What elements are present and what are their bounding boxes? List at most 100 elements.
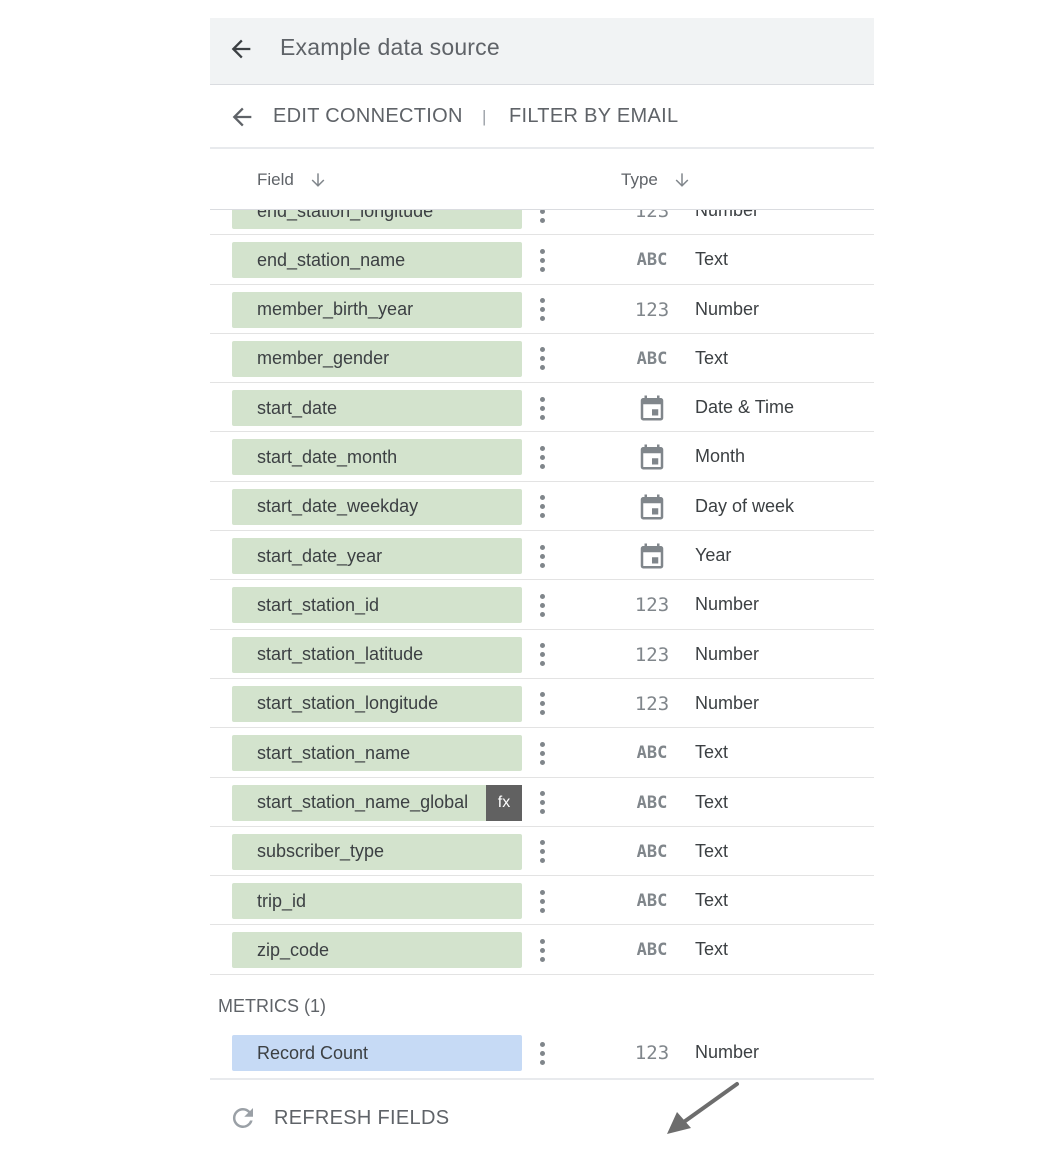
field-type-label: Text	[695, 347, 729, 368]
field-type-label: Number	[695, 298, 760, 319]
field-name: start_station_latitude	[257, 644, 424, 665]
field-name: start_station_longitude	[257, 693, 439, 714]
dimension-chip[interactable]: start_station_latitude	[232, 636, 522, 673]
metrics-section-title: METRICS (1)	[218, 996, 326, 1016]
action-separator: |	[482, 107, 487, 126]
field-row: member_gender ABC Text	[210, 334, 874, 384]
more-vert-icon[interactable]	[532, 393, 552, 423]
field-type-label: Text	[695, 249, 729, 270]
calendar-icon	[634, 444, 670, 470]
field-type-label: Number	[695, 594, 760, 615]
more-vert-icon[interactable]	[532, 210, 552, 226]
more-vert-icon[interactable]	[532, 640, 552, 670]
field-name: subscriber_type	[257, 841, 385, 862]
type-column-header[interactable]: Type	[621, 170, 692, 190]
field-row: member_birth_year 123 Number	[210, 285, 874, 334]
more-vert-icon[interactable]	[532, 935, 552, 965]
more-vert-icon[interactable]	[532, 541, 552, 571]
back-to-connection-button[interactable]	[226, 101, 258, 133]
text-type-icon: ABC	[636, 743, 668, 764]
field-type-label: Text	[695, 742, 729, 763]
dimension-chip[interactable]: start_station_id	[232, 587, 522, 624]
dimension-chip[interactable]: member_birth_year	[232, 291, 522, 328]
more-vert-icon[interactable]	[532, 344, 552, 374]
data-source-title: Example data source	[280, 34, 500, 60]
more-vert-icon[interactable]	[532, 1038, 552, 1068]
dimension-list[interactable]: end_station_longitude 123 Number end_statio…	[210, 210, 874, 976]
field-type-label: Text	[695, 791, 729, 812]
field-name: start_date_month	[257, 446, 398, 467]
number-type-icon: 123	[634, 210, 670, 222]
column-headers: Field Type	[210, 149, 874, 210]
calendar-icon	[634, 395, 670, 421]
field-row: zip_code ABC Text	[210, 925, 874, 975]
field-row: end_station_name ABC Text	[210, 235, 874, 285]
dimension-chip[interactable]: zip_code	[232, 932, 522, 969]
text-type-icon: ABC	[636, 792, 668, 813]
field-name: member_birth_year	[257, 299, 414, 320]
more-vert-icon[interactable]	[532, 590, 552, 620]
dimension-chip[interactable]: subscriber_type	[232, 833, 522, 870]
field-name: Record Count	[257, 1042, 369, 1063]
field-name: trip_id	[257, 890, 307, 911]
dimension-chip[interactable]: start_station_name	[232, 735, 522, 772]
more-vert-icon[interactable]	[532, 295, 552, 325]
filter-by-email-button[interactable]: FILTER BY EMAIL	[509, 105, 678, 128]
field-row: start_station_longitude 123 Number	[210, 679, 874, 729]
dimension-chip[interactable]: trip_id	[232, 883, 522, 920]
calculated-field-badge[interactable]: fx	[486, 784, 522, 821]
dimension-chip[interactable]: start_date_year	[232, 538, 522, 575]
field-row: start_date_year Year	[210, 531, 874, 581]
text-type-icon: ABC	[636, 841, 668, 862]
data-source-panel: Example data source EDIT CONNECTION | FI…	[210, 18, 874, 1162]
field-row: start_station_name ABC Text	[210, 728, 874, 778]
field-row: start_station_id 123 Number	[210, 580, 874, 630]
refresh-fields-button[interactable]: REFRESH FIELDS	[228, 1103, 449, 1133]
more-vert-icon[interactable]	[532, 738, 552, 768]
field-name: start_date_weekday	[257, 496, 419, 517]
more-vert-icon[interactable]	[532, 837, 552, 867]
text-type-icon: ABC	[636, 348, 668, 369]
field-row: start_station_name_global fx ABC Text	[210, 778, 874, 827]
field-type-label: Text	[695, 890, 729, 911]
field-name: zip_code	[257, 939, 330, 960]
more-vert-icon[interactable]	[532, 886, 552, 916]
dimension-chip[interactable]: end_station_longitude	[232, 210, 522, 229]
more-vert-icon[interactable]	[532, 442, 552, 472]
text-type-icon: ABC	[636, 250, 668, 271]
data-source-header: Example data source	[210, 18, 874, 85]
dimension-chip[interactable]: member_gender	[232, 340, 522, 377]
type-header-label: Type	[621, 170, 658, 189]
number-type-icon: 123	[634, 298, 670, 321]
action-bar: EDIT CONNECTION | FILTER BY EMAIL	[210, 85, 874, 149]
edit-connection-button[interactable]: EDIT CONNECTION	[273, 105, 463, 128]
dimension-chip[interactable]: start_date_month	[232, 439, 522, 476]
text-type-icon: ABC	[636, 891, 668, 912]
dimension-chip[interactable]: start_date	[232, 390, 522, 427]
dimension-chip[interactable]: start_date_weekday	[232, 488, 522, 525]
more-vert-icon[interactable]	[532, 788, 552, 818]
dimension-chip[interactable]: start_station_longitude	[232, 685, 522, 722]
refresh-icon	[232, 1107, 253, 1128]
field-row: end_station_longitude 123 Number	[210, 210, 874, 236]
field-type-label: Number	[695, 1042, 760, 1062]
field-name: start_station_name	[257, 742, 411, 763]
field-column-header[interactable]: Field	[257, 170, 328, 190]
metric-chip[interactable]: Record Count	[232, 1035, 522, 1071]
more-vert-icon[interactable]	[532, 492, 552, 522]
field-name: start_date_year	[257, 545, 383, 566]
more-vert-icon[interactable]	[532, 689, 552, 719]
field-row: subscriber_type ABC Text	[210, 827, 874, 877]
arrow-back-icon	[231, 39, 251, 59]
calendar-icon	[634, 543, 670, 569]
more-vert-icon[interactable]	[532, 245, 552, 275]
field-type-label: Date & Time	[695, 397, 795, 418]
back-button[interactable]	[224, 32, 258, 66]
field-row: start_date Date & Time	[210, 383, 874, 433]
calendar-icon	[634, 494, 670, 520]
refresh-fields-label: REFRESH FIELDS	[274, 1106, 450, 1129]
dimension-chip[interactable]: start_station_name_global fx	[232, 784, 522, 821]
field-row: start_date_weekday Day of week	[210, 482, 874, 532]
dimension-chip[interactable]: end_station_name	[232, 242, 522, 279]
field-name: end_station_name	[257, 249, 406, 270]
